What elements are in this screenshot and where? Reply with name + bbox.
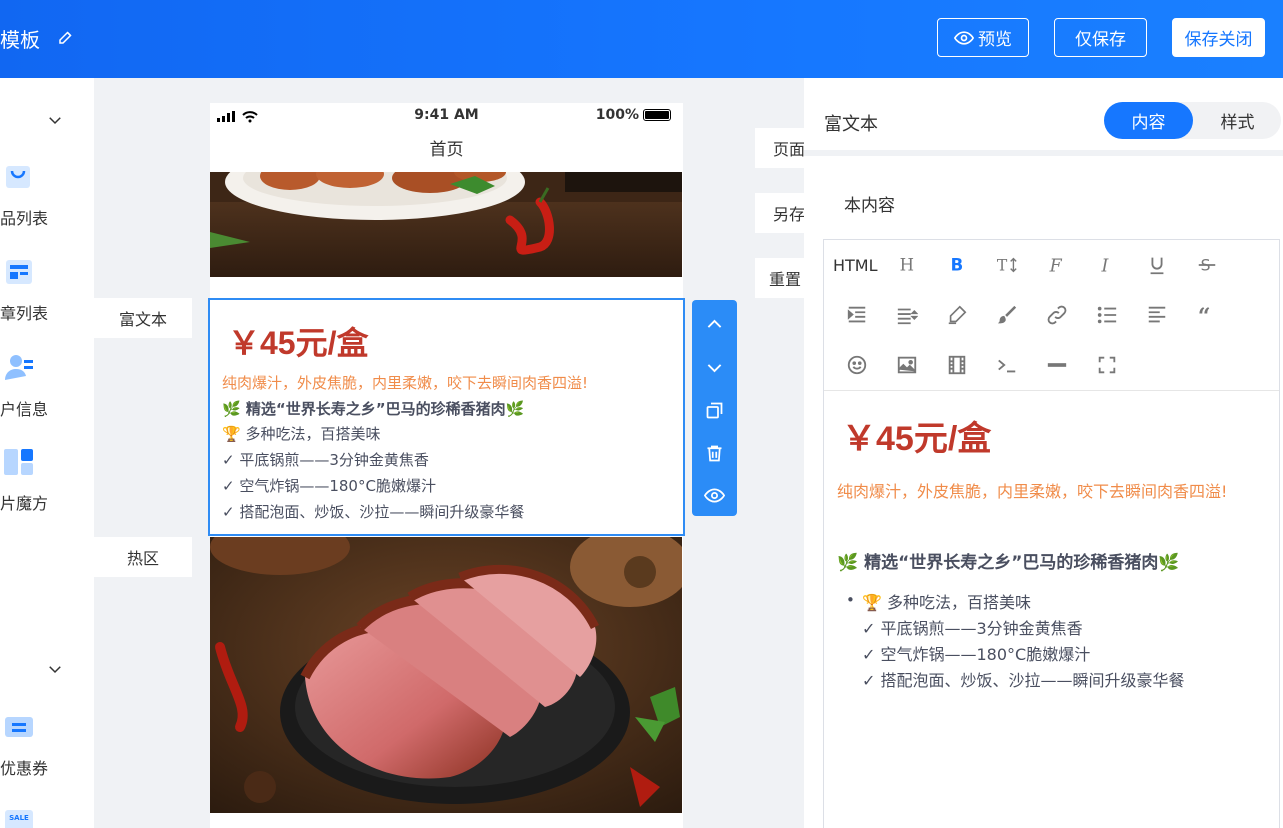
highlight-icon[interactable]: [946, 304, 968, 326]
component-sidebar: 品列表 章列表 户信息 片魔方 优惠券 SALE: [0, 78, 94, 828]
rich-text-tag[interactable]: 富文本: [94, 298, 192, 338]
image-icon[interactable]: [896, 354, 918, 376]
tab-content[interactable]: 内容: [1104, 102, 1193, 139]
link-icon[interactable]: [1046, 304, 1068, 326]
bold-icon[interactable]: B: [946, 254, 968, 276]
video-icon[interactable]: [946, 354, 968, 376]
battery-status: 100%: [596, 107, 671, 123]
bacon-image[interactable]: [210, 537, 682, 813]
line-height-icon[interactable]: [896, 304, 918, 326]
field-label: 本内容: [844, 196, 895, 216]
subtitle-text: 纯肉爆汁，外皮焦脆，内里柔嫩，咬下去瞬间肉香四溢!: [837, 482, 1228, 501]
battery-icon: [643, 109, 671, 121]
bullet-list-icon[interactable]: [1096, 304, 1118, 326]
svg-text:I: I: [1101, 256, 1110, 276]
chevron-down-icon[interactable]: [46, 660, 64, 678]
delete-icon[interactable]: [704, 443, 725, 464]
article-icon: [6, 260, 32, 284]
sale-icon: SALE: [5, 810, 33, 828]
bold-headline: 🌿 精选“世界长寿之乡”巴马的珍稀香猪肉🌿: [837, 553, 1180, 573]
battery-level: 100%: [595, 107, 639, 123]
sausage-image[interactable]: [210, 172, 682, 277]
svg-text:F: F: [1049, 256, 1063, 276]
eye-icon[interactable]: [704, 485, 725, 506]
svg-text:T: T: [997, 257, 1008, 275]
component-toolbox: [692, 300, 737, 516]
code-icon[interactable]: [996, 354, 1018, 376]
feature-line: ✓ 平底锅煎——3分钟金黄焦香: [862, 619, 1083, 638]
copy-icon[interactable]: [704, 400, 725, 421]
italic-icon[interactable]: I: [1096, 254, 1118, 276]
edit-icon[interactable]: [57, 28, 75, 46]
svg-text:H: H: [900, 256, 914, 275]
sidebar-item-label: 优惠券: [0, 759, 49, 778]
hotspot-tag[interactable]: 热区: [94, 537, 192, 577]
svg-text:B: B: [951, 256, 964, 275]
rich-text-block[interactable]: ￥45元/盒 纯肉爆汁，外皮焦脆，内里柔嫩，咬下去瞬间肉香四溢! 🌿 精选“世界…: [208, 298, 685, 536]
bullet-dot: •: [846, 591, 855, 609]
heading-icon[interactable]: H: [896, 254, 918, 276]
font-size-icon[interactable]: T: [996, 254, 1018, 276]
svg-text:“: “: [1198, 304, 1211, 326]
feature-line: 🏆 多种吃法，百搭美味: [862, 593, 1032, 612]
sidebar-item-label: 片魔方: [0, 494, 49, 513]
feature-line: ✓ 搭配泡面、炒饭、沙拉——瞬间升级豪华餐: [222, 503, 525, 521]
strikethrough-icon[interactable]: S: [1196, 254, 1218, 276]
sidebar-item-label: 章列表: [0, 304, 49, 323]
save-button[interactable]: 仅保存: [1054, 18, 1147, 57]
top-header: 模板 预览 仅保存 保存关闭: [0, 0, 1283, 78]
editor-toolbar: HTML H B T F I S “: [824, 240, 1279, 391]
rich-text-editor[interactable]: HTML H B T F I S “ ￥45元/盒 纯肉爆汁，外皮焦脆，内里柔嫩…: [823, 239, 1280, 828]
divider-icon[interactable]: [1046, 354, 1068, 376]
indent-icon[interactable]: [846, 304, 868, 326]
move-up-icon[interactable]: [704, 314, 725, 335]
feature-line: ✓ 搭配泡面、炒饭、沙拉——瞬间升级豪华餐: [862, 671, 1185, 690]
coupon-icon: [5, 717, 33, 737]
panel-title: 富文本: [824, 114, 878, 135]
preview-label: 预览: [978, 30, 1012, 50]
price-text: ￥45元/盒: [228, 325, 369, 361]
save-close-button[interactable]: 保存关闭: [1172, 18, 1265, 57]
feature-line: ✓ 空气炸锅——180°C脆嫩爆汁: [862, 645, 1091, 664]
cube-icon: [4, 449, 33, 475]
brush-icon[interactable]: [996, 304, 1018, 326]
font-family-icon[interactable]: F: [1046, 254, 1068, 276]
html-button[interactable]: HTML: [833, 256, 878, 275]
feature-line: 🏆 多种吃法，百搭美味: [222, 425, 381, 443]
subtitle-text: 纯肉爆汁，外皮焦脆，内里柔嫩，咬下去瞬间肉香四溢!: [222, 374, 589, 392]
feature-line: ✓ 空气炸锅——180°C脆嫩爆汁: [222, 477, 436, 495]
quote-icon[interactable]: “: [1196, 304, 1218, 326]
phone-status-bar: 9:41 AM 100%: [210, 103, 683, 130]
bold-headline: 🌿 精选“世界长寿之乡”巴马的珍稀香猪肉🌿: [222, 400, 525, 418]
sidebar-item-label: 户信息: [0, 400, 49, 419]
sidebar-item-label: 品列表: [0, 209, 49, 228]
move-down-icon[interactable]: [704, 357, 725, 378]
preview-button[interactable]: 预览: [937, 18, 1029, 57]
fullscreen-icon[interactable]: [1096, 354, 1118, 376]
emoji-icon[interactable]: [846, 354, 868, 376]
template-title: 模板: [0, 28, 40, 52]
user-icon: [5, 355, 33, 380]
chevron-down-icon[interactable]: [46, 111, 64, 129]
eye-icon: [954, 30, 974, 45]
price-text: ￥45元/盒: [842, 420, 992, 458]
align-left-icon[interactable]: [1146, 304, 1168, 326]
underline-icon[interactable]: [1146, 254, 1168, 276]
panel-header: 富文本 内容 样式: [804, 86, 1283, 156]
feature-line: ✓ 平底锅煎——3分钟金黄焦香: [222, 451, 429, 469]
bag-icon: [6, 166, 30, 188]
tab-switcher: 内容 样式: [1104, 102, 1281, 139]
tab-style[interactable]: 样式: [1193, 102, 1282, 139]
sale-label: SALE: [9, 814, 29, 822]
phone-page-title: 首页: [210, 130, 683, 172]
